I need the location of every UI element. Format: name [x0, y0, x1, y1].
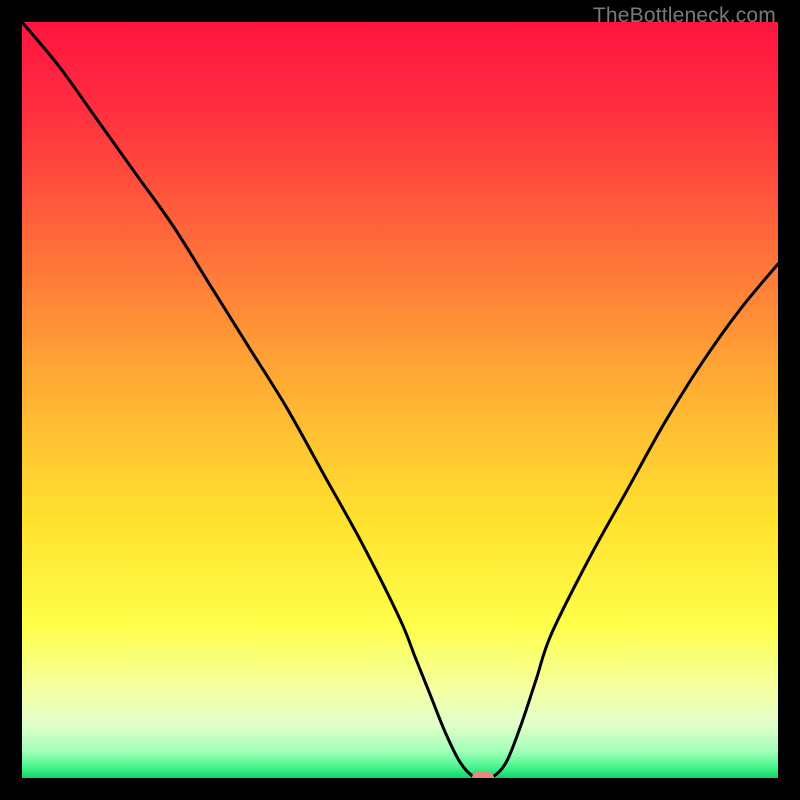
attribution-text: TheBottleneck.com	[593, 4, 776, 28]
plot-area	[22, 22, 778, 778]
gradient-background	[22, 22, 778, 778]
chart-container: TheBottleneck.com	[0, 0, 800, 800]
minimum-marker	[472, 772, 494, 778]
